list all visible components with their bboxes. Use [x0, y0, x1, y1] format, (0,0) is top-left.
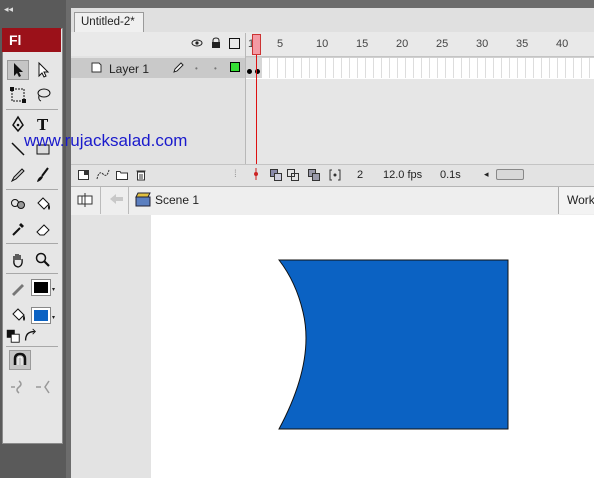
frame-cells[interactable] [246, 58, 594, 78]
swatch-dropdown-icon[interactable]: ▾ [52, 286, 55, 293]
blue-shape[interactable] [270, 252, 520, 437]
eraser-tool-icon[interactable] [32, 219, 54, 239]
edit-multiple-frames-icon[interactable] [308, 169, 320, 181]
toolbar-divider [6, 189, 58, 190]
frame-ruler-label: 25 [436, 38, 449, 50]
hand-tool-icon[interactable] [7, 250, 29, 270]
splitter-grip-icon[interactable]: ⁞ [234, 169, 237, 180]
add-motion-guide-icon[interactable] [96, 169, 110, 180]
frame-rate[interactable]: 12.0 fps [383, 169, 422, 181]
swap-colors-icon[interactable] [22, 328, 38, 344]
delete-layer-icon[interactable] [136, 169, 146, 181]
layer-name[interactable]: Layer 1 [109, 62, 149, 76]
document-tabs-bar [71, 0, 594, 8]
frame-ruler-label: 30 [476, 38, 489, 50]
playhead-line [256, 55, 257, 165]
toolbar-divider [6, 243, 58, 244]
elapsed-time: 0.1s [440, 169, 461, 181]
frame-ruler-label: 20 [396, 38, 409, 50]
app-logo: Fl [2, 28, 61, 52]
modify-onion-markers-icon[interactable] [329, 169, 341, 181]
back-arrow-icon[interactable] [109, 192, 125, 206]
subselection-tool-icon[interactable] [32, 60, 54, 80]
scroll-left-icon[interactable]: ◂ [484, 169, 489, 180]
eyedropper-tool-icon[interactable] [7, 219, 29, 239]
brush-tool-icon[interactable] [32, 165, 54, 185]
collapse-panel-icon[interactable]: ◂◂ [4, 4, 13, 15]
edit-bar-divider [128, 187, 129, 214]
timeline-divider[interactable] [245, 33, 246, 183]
stroke-color-swatch[interactable] [31, 279, 51, 296]
layer-type-icon [91, 62, 102, 73]
toolbar-divider [6, 273, 58, 274]
scene-clapper-icon [135, 191, 151, 207]
lock-layers-icon[interactable] [210, 37, 222, 49]
zoom-tool-icon[interactable] [32, 250, 54, 270]
document-tab[interactable]: Untitled-2* [74, 12, 144, 32]
swatch-dropdown-icon[interactable]: ▾ [52, 314, 55, 321]
lasso-tool-icon[interactable] [32, 85, 54, 105]
current-frame[interactable]: 2 [357, 169, 363, 181]
new-layer-icon[interactable] [78, 170, 89, 180]
pencil-icon [172, 61, 185, 74]
lock-dot[interactable]: • [214, 64, 217, 73]
frame-ruler-label: 10 [316, 38, 329, 50]
keyframe-dot [247, 69, 252, 74]
paint-bucket-tool-icon[interactable] [32, 194, 54, 214]
scene-name[interactable]: Scene 1 [155, 193, 199, 207]
timeline-scrollbar-thumb[interactable] [496, 169, 524, 180]
toolbar-divider [6, 346, 58, 347]
edit-bar-divider [100, 187, 101, 214]
free-transform-tool-icon[interactable] [7, 85, 29, 105]
frame-ruler-label: 35 [516, 38, 529, 50]
toolbar-divider [6, 109, 58, 110]
layer-outline-color[interactable] [230, 62, 240, 72]
frame-ruler-label: 40 [556, 38, 569, 50]
new-folder-icon[interactable] [116, 170, 128, 180]
snap-to-objects-icon[interactable] [9, 350, 31, 370]
black-and-white-icon[interactable] [5, 328, 21, 344]
workspace-menu[interactable]: Work [558, 187, 594, 214]
stroke-color-icon [7, 278, 29, 298]
selection-tool-icon[interactable] [7, 60, 29, 80]
fill-color-swatch[interactable] [31, 307, 51, 324]
show-outlines-icon[interactable] [229, 38, 240, 49]
keyframe-cells[interactable] [246, 58, 262, 78]
playhead[interactable] [252, 34, 261, 55]
center-frame-icon[interactable] [251, 168, 261, 180]
onion-skin-icon[interactable] [270, 169, 282, 181]
deco-tool-icon[interactable] [7, 194, 29, 214]
pencil-tool-icon[interactable] [7, 165, 29, 185]
show-hide-layers-icon[interactable] [191, 37, 203, 49]
visibility-dot[interactable]: • [195, 64, 198, 73]
frame-ruler-label: 5 [277, 38, 284, 50]
frames-empty-area [246, 79, 594, 164]
straighten-icon[interactable] [32, 377, 54, 397]
timeline-toggle-icon[interactable] [76, 191, 94, 209]
onion-skin-outlines-icon[interactable] [287, 169, 299, 181]
frame-ruler-label: 15 [356, 38, 369, 50]
smooth-icon[interactable] [7, 377, 29, 397]
watermark-text: www.rujacksalad.com [24, 131, 188, 150]
fill-color-icon [7, 305, 29, 325]
